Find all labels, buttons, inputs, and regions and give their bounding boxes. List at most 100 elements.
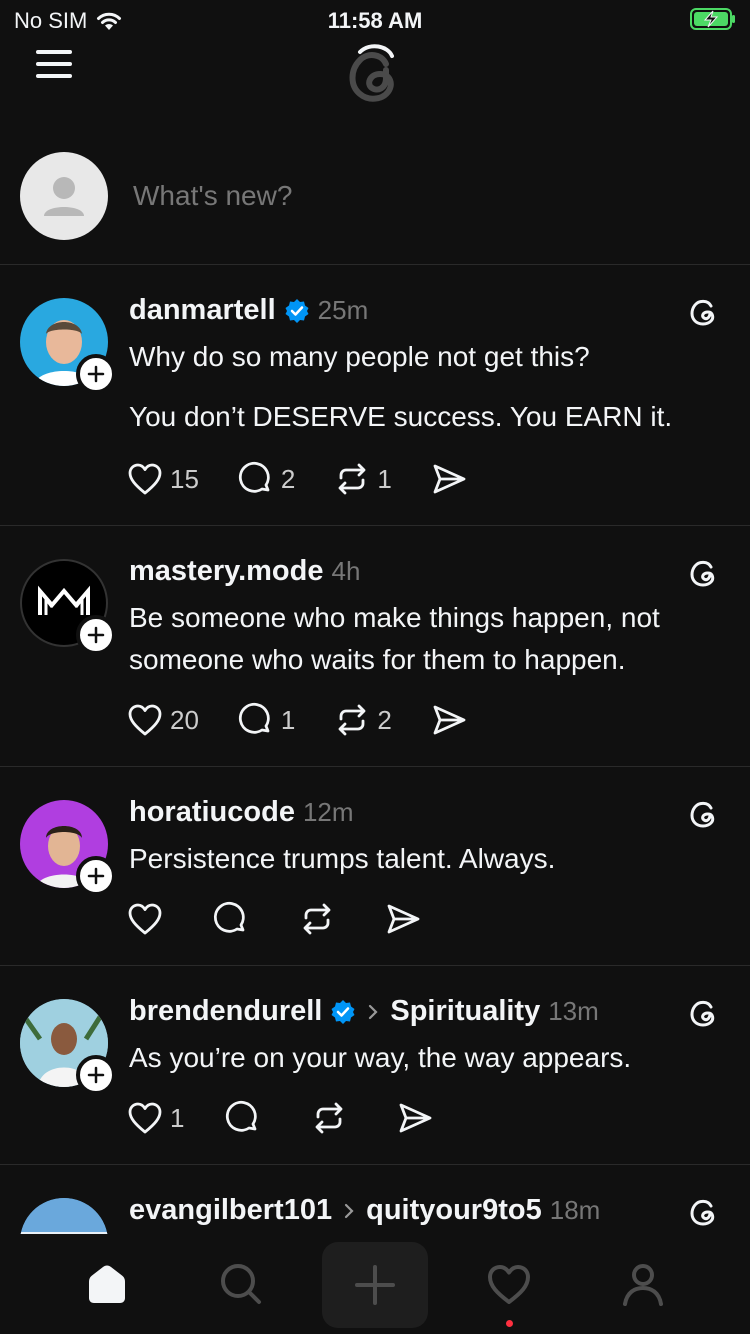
like-button[interactable]: 15: [126, 460, 199, 498]
avatar[interactable]: [20, 800, 116, 896]
post-body: Why do so many people not get this? You …: [129, 336, 729, 438]
plus-icon: [87, 626, 105, 644]
post-text-line: Why do so many people not get this?: [129, 341, 590, 372]
share-button[interactable]: [396, 1099, 434, 1137]
share-button[interactable]: [430, 701, 468, 739]
tab-new-post[interactable]: [322, 1242, 428, 1328]
post-username[interactable]: horatiucode: [129, 796, 295, 829]
post-time: 12m: [302, 797, 354, 827]
new-post-icon: [355, 1265, 395, 1305]
post-time: 4h: [331, 556, 361, 586]
repost-icon: [338, 463, 366, 495]
verified-icon: [285, 298, 309, 323]
tab-profile[interactable]: [613, 1254, 673, 1314]
post-username[interactable]: evangilbert101: [129, 1194, 332, 1227]
thread-post[interactable]: horatiucode 12m Persistence trumps talen…: [0, 768, 750, 966]
heart-icon: [128, 1102, 162, 1134]
tab-search[interactable]: [211, 1254, 271, 1314]
profile-icon: [623, 1264, 663, 1306]
threads-icon[interactable]: [686, 796, 722, 832]
tab-activity[interactable]: [479, 1254, 539, 1314]
follow-button[interactable]: [76, 354, 116, 394]
comment-icon: [213, 901, 245, 933]
repost-count: 2: [377, 704, 392, 735]
post-username[interactable]: danmartell: [129, 294, 276, 327]
post-body: Persistence trumps talent. Always.: [129, 838, 729, 880]
plus-icon: [87, 365, 105, 383]
post-time: 25m: [317, 295, 369, 325]
new-thread-composer[interactable]: What's new?: [0, 140, 750, 265]
threads-logo[interactable]: [340, 40, 410, 110]
follow-button[interactable]: [76, 856, 116, 896]
avatar[interactable]: [20, 559, 116, 655]
like-button[interactable]: [126, 900, 164, 938]
post-time: 13m: [548, 996, 599, 1026]
plus-icon: [87, 867, 105, 885]
post-time: 18m: [549, 1195, 601, 1225]
home-icon: [89, 1265, 125, 1303]
repost-button[interactable]: 2: [333, 701, 392, 739]
threads-icon[interactable]: [686, 294, 722, 330]
battery-charging-icon: [690, 8, 735, 30]
follow-button[interactable]: [76, 615, 116, 655]
reply-count: 2: [280, 463, 296, 494]
repost-icon: [316, 1102, 343, 1134]
threads-icon[interactable]: [686, 995, 722, 1031]
post-topic[interactable]: Spirituality: [390, 995, 540, 1028]
post-text-line: Persistence trumps talent. Always.: [129, 843, 556, 874]
avatar[interactable]: [20, 999, 116, 1095]
verified-icon: [331, 999, 355, 1024]
like-count: 20: [170, 704, 199, 735]
thread-post[interactable]: evangilbert101 quityour9to5 18m: [0, 1166, 750, 1234]
repost-icon: [303, 903, 331, 935]
reply-count: 1: [280, 704, 296, 735]
repost-count: 1: [377, 463, 392, 494]
activity-icon: [488, 1265, 530, 1304]
share-button[interactable]: [384, 900, 422, 938]
like-button[interactable]: 1: [126, 1099, 184, 1137]
post-username[interactable]: mastery.mode: [129, 555, 324, 588]
repost-button[interactable]: [310, 1099, 348, 1137]
post-text-line: As you’re on your way, the way appears.: [129, 1042, 632, 1073]
comment-icon: [238, 702, 270, 734]
composer-input[interactable]: What's new?: [133, 180, 292, 212]
tab-bar: [0, 1234, 750, 1334]
like-button[interactable]: 20: [126, 701, 199, 739]
post-topic[interactable]: quityour9to5: [366, 1194, 542, 1227]
threads-icon[interactable]: [686, 1194, 722, 1230]
reply-button[interactable]: [224, 1099, 262, 1137]
share-icon: [433, 705, 466, 735]
repost-button[interactable]: [298, 900, 336, 938]
like-count: 1: [170, 1102, 185, 1133]
share-icon: [400, 1103, 432, 1133]
thread-post[interactable]: brendendurell Spirituality 13m As you’re…: [0, 967, 750, 1165]
status-time: 11:58 AM: [327, 8, 423, 33]
heart-icon: [128, 463, 162, 495]
avatar: [20, 152, 108, 240]
thread-post[interactable]: danmartell 25m Why do so many people not…: [0, 266, 750, 526]
share-button[interactable]: [430, 460, 468, 498]
avatar[interactable]: [20, 298, 116, 394]
repost-icon: [338, 704, 366, 736]
profile-placeholder-icon: [44, 177, 84, 216]
repost-button[interactable]: 1: [333, 460, 392, 498]
like-count: 15: [170, 463, 199, 494]
share-icon: [433, 464, 466, 494]
menu-icon[interactable]: [36, 50, 76, 90]
follow-button[interactable]: [76, 1055, 116, 1095]
reply-button[interactable]: [212, 900, 250, 938]
thread-post[interactable]: mastery.mode 4h Be someone who make thin…: [0, 527, 750, 767]
post-body: Be someone who make things happen, not s…: [129, 597, 729, 681]
search-icon: [221, 1264, 261, 1304]
post-username[interactable]: brendendurell: [129, 995, 322, 1028]
avatar[interactable]: [20, 1198, 108, 1234]
share-icon: [387, 904, 420, 934]
reply-button[interactable]: 1: [237, 701, 295, 739]
threads-icon[interactable]: [686, 555, 722, 591]
chevron-right-icon: [345, 1203, 354, 1218]
tab-home[interactable]: [77, 1254, 137, 1314]
reply-button[interactable]: 2: [237, 460, 295, 498]
chevron-right-icon: [369, 1004, 378, 1019]
comment-icon: [238, 461, 270, 493]
plus-icon: [87, 1066, 105, 1084]
